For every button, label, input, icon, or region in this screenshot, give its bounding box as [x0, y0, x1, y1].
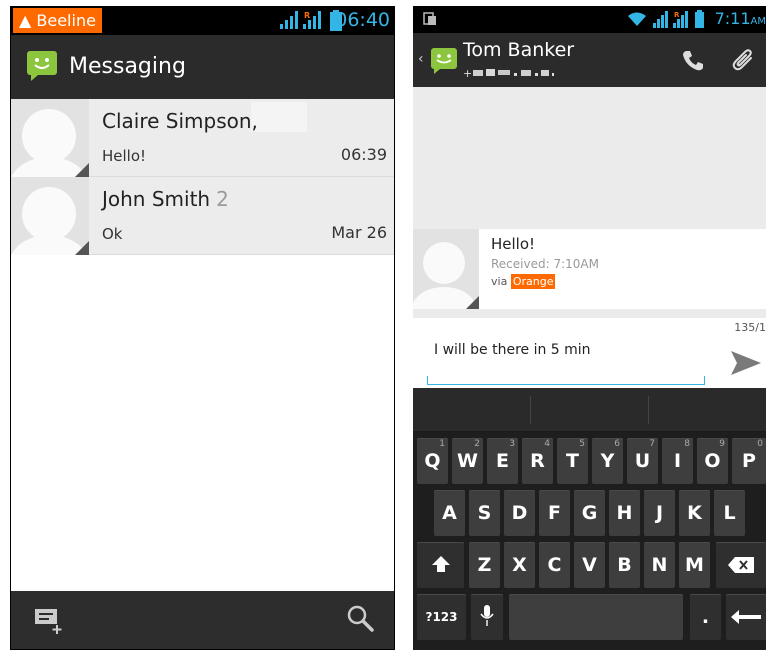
key-i[interactable]: I8: [662, 438, 693, 484]
operator-badge: Orange: [510, 274, 556, 289]
key-g[interactable]: G: [574, 490, 605, 536]
key-k[interactable]: K: [679, 490, 710, 536]
message-thread: Hello! Received: 7:10AM via Orange: [413, 87, 766, 318]
compose-area: 135/1 I will be there in 5 min: [413, 318, 766, 388]
messaging-app-icon: [27, 51, 57, 81]
conversation-item[interactable]: Claire Simpson, Hello! 06:39: [11, 99, 394, 177]
unread-count: 2: [216, 187, 229, 211]
received-message[interactable]: Hello! Received: 7:10AM via Orange: [413, 229, 766, 309]
phone-call-icon[interactable]: [681, 49, 705, 73]
key-j[interactable]: J: [644, 490, 675, 536]
roaming-signal-icon: R: [303, 11, 321, 29]
svg-text:+: +: [463, 67, 473, 79]
signal-icon: [280, 11, 298, 29]
key-m[interactable]: M: [679, 542, 710, 588]
conversation-screen: R 7:11AM ‹ Tom Banker + Hello! Received:…: [413, 6, 766, 650]
messaging-app-icon[interactable]: [430, 47, 460, 75]
paperclip-attach-icon[interactable]: [731, 48, 757, 74]
send-icon[interactable]: [731, 351, 761, 375]
status-bar: ▲ Beeline R 06:40: [11, 6, 394, 35]
character-counter: 135/1: [734, 321, 766, 334]
message-input-underline: [427, 376, 705, 385]
status-time: 06:40: [335, 9, 390, 31]
key-o[interactable]: O9: [697, 438, 728, 484]
contact-name: John Smith: [102, 187, 211, 211]
key-e[interactable]: E3: [487, 438, 518, 484]
key-n[interactable]: N: [644, 542, 675, 588]
contact-avatar: [11, 177, 89, 255]
svg-text:R: R: [674, 11, 680, 19]
message-received-time: Received: 7:10AM: [491, 257, 599, 271]
enter-arrow-icon: [731, 610, 761, 624]
key-h[interactable]: H: [609, 490, 640, 536]
action-bar: ‹ Tom Banker +: [413, 33, 766, 87]
key-f[interactable]: F: [539, 490, 570, 536]
suggestion-strip: [413, 388, 766, 432]
message-snippet: Hello!: [102, 147, 147, 165]
key-r[interactable]: R4: [522, 438, 553, 484]
messaging-list-screen: ▲ Beeline R 06:40 Messaging Claire Simps…: [10, 6, 395, 650]
message-text: Hello!: [491, 235, 536, 253]
carrier-badge: ▲ Beeline: [13, 8, 102, 33]
symbols-key[interactable]: ?123: [417, 594, 466, 640]
key-l[interactable]: L: [714, 490, 745, 536]
new-message-icon[interactable]: [35, 607, 65, 635]
key-s[interactable]: S: [469, 490, 500, 536]
key-x[interactable]: X: [504, 542, 535, 588]
key-w[interactable]: W2: [452, 438, 483, 484]
enter-key[interactable]: [726, 594, 766, 640]
space-key[interactable]: [509, 594, 683, 640]
search-icon[interactable]: [346, 604, 374, 632]
onscreen-keyboard: Q1 W2 E3 R4 T5 Y6 U7 I8 O9 P0 A S D F G …: [413, 388, 766, 650]
key-d[interactable]: D: [504, 490, 535, 536]
message-input[interactable]: I will be there in 5 min: [434, 342, 591, 358]
key-z[interactable]: Z: [469, 542, 500, 588]
shift-arrow-icon: [431, 556, 450, 572]
key-c[interactable]: C: [539, 542, 570, 588]
app-title: Messaging: [69, 54, 186, 79]
contact-name: Claire Simpson,: [102, 109, 258, 133]
message-via: via Orange: [491, 274, 556, 289]
message-time: 06:39: [340, 145, 387, 164]
key-u[interactable]: U7: [627, 438, 658, 484]
status-bar: R 7:11AM: [413, 6, 766, 33]
conversation-list: Claire Simpson, Hello! 06:39 John Smith 2…: [11, 99, 394, 255]
battery-icon: [695, 10, 704, 28]
contact-avatar: [413, 229, 479, 309]
key-v[interactable]: V: [574, 542, 605, 588]
bottom-action-bar: [11, 591, 394, 649]
message-time: Mar 26: [331, 223, 387, 242]
backspace-icon: [728, 557, 754, 573]
key-y[interactable]: Y6: [592, 438, 623, 484]
screenshot-notification-icon: [423, 12, 436, 25]
period-key[interactable]: .: [690, 594, 721, 640]
backspace-key[interactable]: [716, 542, 766, 588]
message-snippet: Ok: [102, 225, 123, 243]
key-b[interactable]: B: [609, 542, 640, 588]
back-chevron-icon[interactable]: ‹: [418, 51, 424, 67]
action-bar: Messaging: [11, 35, 394, 99]
contact-name-row: John Smith 2: [102, 187, 229, 211]
conversation-item[interactable]: John Smith 2 Ok Mar 26: [11, 177, 394, 255]
contact-name: Tom Banker: [463, 39, 575, 61]
roaming-signal-icon: R: [673, 11, 688, 28]
svg-text:R: R: [304, 11, 310, 20]
shift-key[interactable]: [417, 542, 464, 588]
contact-avatar: [11, 99, 89, 177]
key-a[interactable]: A: [434, 490, 465, 536]
wifi-icon: [628, 12, 646, 26]
key-p[interactable]: P0: [732, 438, 766, 484]
key-t[interactable]: T5: [557, 438, 588, 484]
key-q[interactable]: Q1: [417, 438, 448, 484]
voice-input-key[interactable]: [471, 594, 503, 640]
contact-number-blurred: +: [463, 67, 554, 79]
signal-icon: [653, 11, 668, 28]
status-time: 7:11AM: [714, 9, 766, 28]
microphone-icon: [480, 605, 494, 626]
